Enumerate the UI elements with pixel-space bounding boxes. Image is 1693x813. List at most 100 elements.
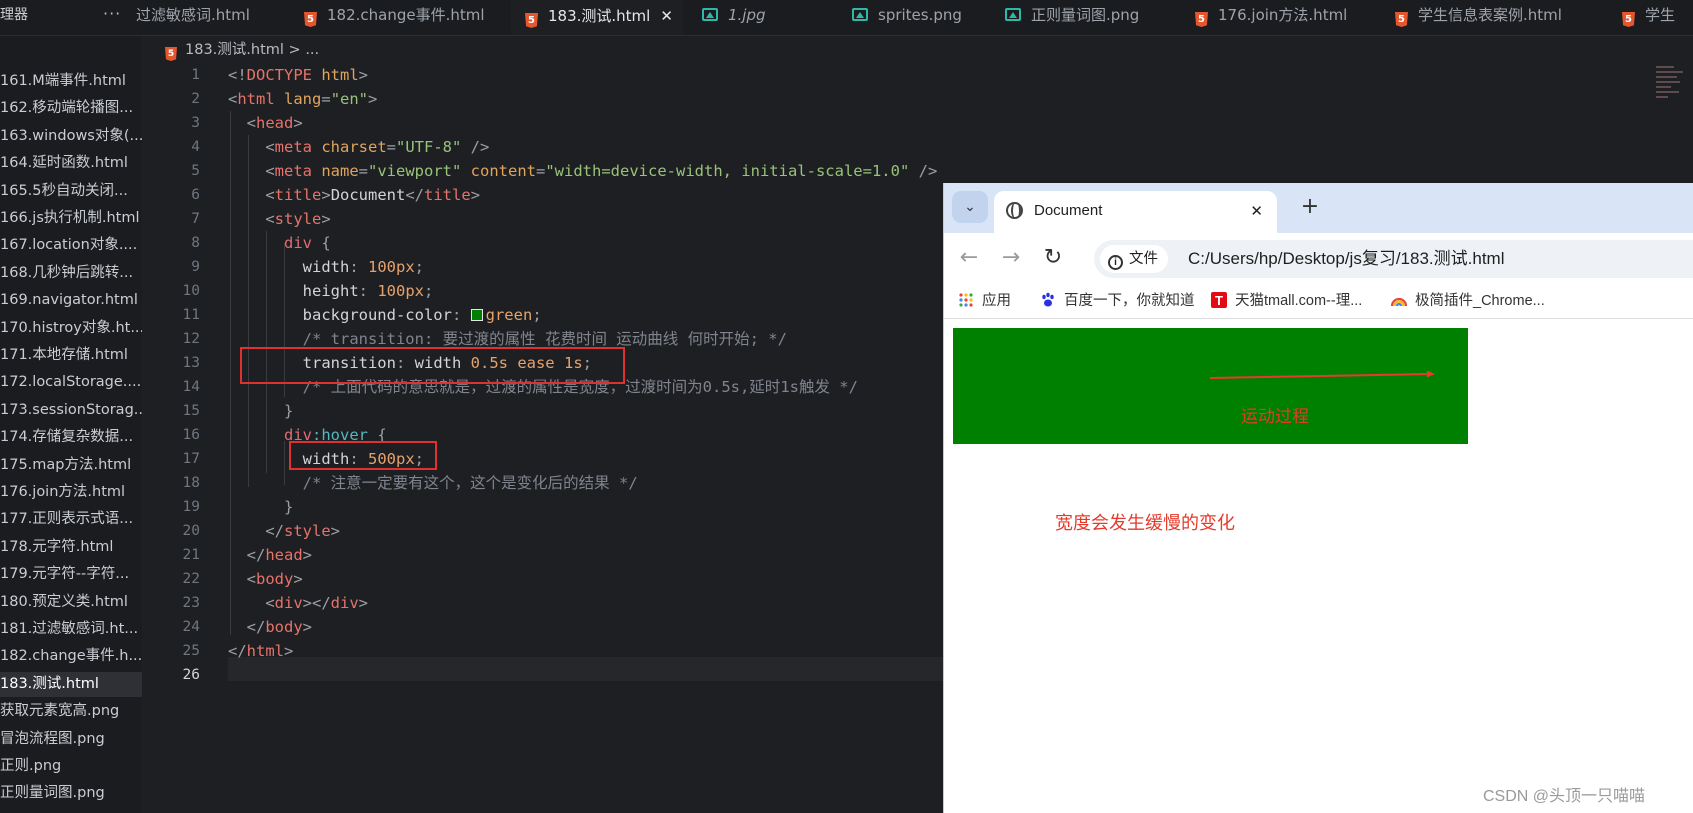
demo-green-div[interactable]: 运动过程 [953,328,1468,444]
code-token: : [349,258,368,276]
tab-label: sprites.png [878,6,962,24]
sidebar-item[interactable]: 正则.png [0,754,142,779]
code-token: > [321,186,331,204]
sidebar-item[interactable]: 正则量词图.png [0,781,142,806]
code-token: > [302,618,313,636]
code-line: } [228,495,293,519]
breadcrumb-more[interactable]: ... [305,42,319,58]
sidebar-item[interactable]: 176.join方法.html [0,480,142,505]
code-token: /* transition: 要过渡的属性 花费时间 运动曲线 何时开始; */ [302,330,787,348]
close-tab-icon[interactable]: ✕ [1250,191,1263,231]
tab-regex-quantifier-png[interactable]: 正则量词图.png [1003,0,1139,35]
bookmark-baidu[interactable]: 百度一下，你就知道 [1040,283,1195,319]
new-tab-button[interactable]: + [1294,191,1326,223]
sidebar-item[interactable]: 179.元字符--字符... [0,562,142,587]
globe-icon [1006,202,1023,219]
tab-sprites-png[interactable]: sprites.png [850,0,962,35]
image-icon [852,8,868,21]
bookmark-extension-store[interactable]: 极简插件_Chrome... [1391,283,1545,319]
line-number: 12 [182,331,200,347]
bookmark-tmall[interactable]: T 天猫tmall.com--理... [1211,283,1362,319]
sidebar-item[interactable]: 171.本地存储.html [0,343,142,368]
svg-text:T: T [1215,293,1223,308]
line-number: 23 [182,595,200,611]
tab-change-event[interactable]: 5 182.change事件.html [302,0,485,35]
sidebar-item[interactable]: 172.localStorage.... [0,370,142,395]
tab-1-jpg[interactable]: 1.jpg [700,0,766,35]
code-token: style [274,210,322,228]
back-arrow-icon[interactable]: ← [954,243,984,273]
reload-icon[interactable]: ↻ [1038,243,1068,273]
forward-arrow-icon[interactable]: → [996,243,1026,273]
sidebar-item[interactable]: 170.histroy对象.ht... [0,316,142,341]
code-token: </ [228,642,247,660]
sidebar-item[interactable]: 182.change事件.h... [0,644,142,669]
sidebar-item[interactable]: 181.过滤敏感词.ht... [0,617,142,642]
sidebar-item[interactable]: 168.几秒钟后跳转... [0,261,142,286]
code-line: <meta name="viewport" content="width=dev… [228,159,937,183]
motion-arrow [1209,370,1435,379]
bookmark-apps[interactable]: 应用 [958,283,1011,319]
code-line: <body> [228,567,303,591]
tab-test-active[interactable]: 5 183.测试.html ✕ [511,0,683,35]
current-line-highlight [228,657,948,681]
address-bar[interactable]: i 文件 C:/Users/hp/Desktop/js复习/183.测试.html [1094,240,1693,278]
sidebar-item[interactable]: 167.location对象.... [0,233,142,258]
line-number: 4 [191,139,200,155]
url-text[interactable]: C:/Users/hp/Desktop/js复习/183.测试.html [1188,240,1504,278]
sidebar-item[interactable]: 180.预定义类.html [0,590,142,615]
code-token: > [358,594,369,612]
browser-tab[interactable]: Document ✕ [994,191,1277,233]
sidebar-item[interactable]: 175.map方法.html [0,453,142,478]
code-token: 100px [377,282,424,300]
site-info-chip[interactable]: i 文件 [1100,245,1168,273]
tab-join-method[interactable]: 5 176.join方法.html [1193,0,1348,35]
sidebar-item[interactable]: 获取元素宽高.png [0,699,142,724]
sidebar-item[interactable]: 165.5秒自动关闭... [0,179,142,204]
sidebar-item[interactable]: 162.移动端轮播图... [0,96,142,121]
breadcrumb-file[interactable]: 183.测试.html [185,42,284,58]
sidebar-item[interactable]: 169.navigator.html [0,288,142,313]
code-line: div { [228,231,331,255]
sidebar-item[interactable]: 166.js执行机制.html [0,206,142,231]
sidebar-item[interactable]: 冒泡流程图.png [0,727,142,752]
code-token: = [358,162,369,180]
sidebar-item[interactable]: 173.sessionStorag... [0,398,142,423]
tab-student-partial[interactable]: 5 学生 [1620,0,1675,35]
line-number: 17 [182,451,200,467]
chevron-down-icon[interactable]: ⌄ [952,191,988,223]
sidebar-item[interactable]: 174.存储复杂数据... [0,425,142,450]
code-token: content [461,162,536,180]
sidebar-item[interactable]: 178.元字符.html [0,535,142,560]
sidebar-item[interactable]: 177.正则表示式语... [0,507,142,532]
rainbow-icon [1391,297,1407,307]
code-token: Document [330,186,406,204]
line-number: 6 [191,187,200,203]
sidebar-item-active[interactable]: 183.测试.html [0,671,142,697]
tab-filter-sensitive-words[interactable]: 过滤敏感词.html [134,0,250,35]
sidebar-item[interactable]: 161.M端事件.html [0,69,142,94]
html5-icon: 5 [525,13,538,28]
more-actions-icon[interactable]: ··· [103,0,121,32]
highlight-box-hover-width [289,441,437,470]
tab-label: 176.join方法.html [1218,6,1348,24]
code-token: /* 注意一定要有这个，这个是变化后的结果 */ [302,474,638,492]
sidebar-item[interactable]: 164.延时函数.html [0,151,142,176]
annotation-width-change: 宽度会发生缓慢的变化 [1055,513,1235,533]
code-token: } [284,402,294,420]
code-token: DOCTYPE [246,66,312,84]
line-number: 14 [182,379,200,395]
close-icon[interactable]: ✕ [660,7,673,25]
color-swatch[interactable] [470,309,483,321]
editor-tab-bar: 理器 ··· 过滤敏感词.html 5 182.change事件.html 5 18… [0,0,1693,36]
tab-student-table[interactable]: 5 学生信息表案例.html [1393,0,1562,35]
code-token: < [246,570,257,588]
sidebar-item[interactable]: 163.windows对象(... [0,124,142,149]
minimap[interactable] [1656,63,1686,118]
